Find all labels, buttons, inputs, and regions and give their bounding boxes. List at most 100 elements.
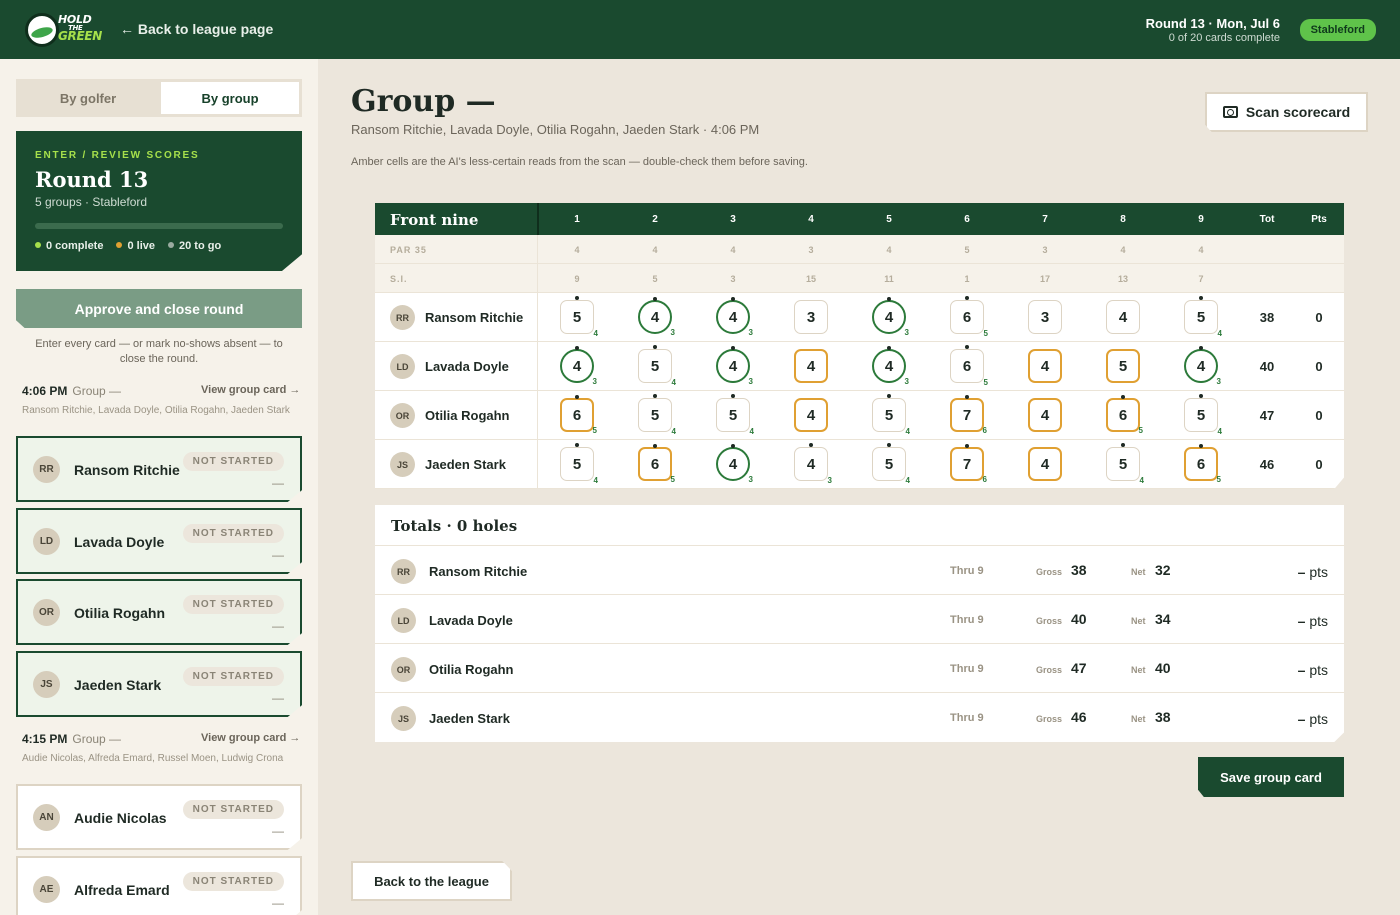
golfer-card[interactable]: AN Audie Nicolas NOT STARTED — <box>16 784 302 850</box>
par-value: 4 <box>1198 245 1204 255</box>
view-toggle: By golfer By group <box>16 79 302 117</box>
handicap-stroke-dot-icon <box>575 395 579 399</box>
score-cell[interactable]: 4 <box>1028 447 1062 481</box>
golfer-name: Lavada Doyle <box>74 534 165 550</box>
net-score: 4 <box>671 427 676 436</box>
score-cell[interactable]: 3 <box>1028 300 1062 334</box>
score-cell[interactable]: 4 <box>794 398 828 432</box>
score-cell[interactable]: 54 <box>638 345 676 387</box>
golfer-card[interactable]: RR Ransom Ritchie NOT STARTED — <box>16 436 302 502</box>
save-group-card-button[interactable]: Save group card <box>1198 757 1344 797</box>
status-badge: NOT STARTED <box>182 800 284 819</box>
score-cell[interactable]: 54 <box>1106 443 1144 485</box>
golfer-score: — <box>272 896 284 910</box>
score-cell[interactable]: 54 <box>1184 296 1222 338</box>
gross-label: Gross <box>1036 616 1063 626</box>
net-score: 5 <box>670 475 675 484</box>
score-cell[interactable]: 4 <box>1028 398 1062 432</box>
score-cell[interactable]: 54 <box>560 296 598 338</box>
scan-scorecard-label: Scan scorecard <box>1245 104 1351 120</box>
golfer-card[interactable]: AE Alfreda Emard NOT STARTED — <box>16 856 302 915</box>
score-cell[interactable]: 4 <box>794 349 828 383</box>
tab-by-golfer[interactable]: By golfer <box>19 82 157 114</box>
scorecard-table: Front nine 1 2 3 4 5 6 7 8 9 Tot Pts PAR 35 444345… <box>375 203 1344 489</box>
score-cell[interactable]: 65 <box>1184 444 1221 484</box>
score-cell[interactable]: 76 <box>950 444 987 484</box>
score-cell[interactable]: 43 <box>716 346 753 386</box>
score-cell[interactable]: 54 <box>1184 394 1222 436</box>
score-cell[interactable]: 4 <box>1106 300 1140 334</box>
score-cell[interactable]: 5 <box>1106 349 1140 383</box>
score-cell[interactable]: 54 <box>716 394 754 436</box>
tab-by-group[interactable]: By group <box>161 82 299 114</box>
score-cell[interactable]: 54 <box>872 443 910 485</box>
score-cell[interactable]: 43 <box>794 443 832 485</box>
score-value: 6 <box>572 406 582 424</box>
scorecard-header: Front nine 1 2 3 4 5 6 7 8 9 Tot Pts <box>375 203 1344 235</box>
approve-and-close-round-button[interactable]: Approve and close round <box>16 289 302 328</box>
status-badge: NOT STARTED <box>182 595 284 614</box>
par-value: 4 <box>652 245 658 255</box>
score-value: 5 <box>650 406 660 424</box>
score-cell[interactable]: 3 <box>794 300 828 334</box>
format-badge: Stableford <box>1299 19 1376 41</box>
score-cell[interactable]: 65 <box>560 395 597 435</box>
score-value: 4 <box>1040 357 1050 375</box>
avatar: RR <box>33 456 60 483</box>
score-cell[interactable]: 43 <box>716 444 753 484</box>
hole-number: 5 <box>886 214 892 225</box>
score-cell[interactable]: 54 <box>638 394 676 436</box>
back-to-league-page-link[interactable]: ← Back to league page <box>120 21 273 37</box>
player-name: Ransom Ritchie <box>425 310 524 325</box>
score-cell[interactable]: 43 <box>716 297 753 337</box>
score-cell[interactable]: 4 <box>1028 349 1062 383</box>
golfer-name: Jaeden Stark <box>74 677 162 693</box>
golfer-score: — <box>272 476 284 490</box>
scan-scorecard-button[interactable]: Scan scorecard <box>1205 92 1368 132</box>
score-cell[interactable]: 65 <box>950 296 988 338</box>
holes-thru: Thru 9 <box>950 663 984 675</box>
golfer-card[interactable]: JS Jaeden Stark NOT STARTED — <box>16 651 302 717</box>
hold-the-green-logo[interactable]: HOLD THE GREEN <box>25 12 102 48</box>
cards-complete-count: 0 of 20 cards complete <box>1168 32 1280 44</box>
back-to-the-league-button[interactable]: Back to the league <box>351 861 512 901</box>
round-title: Round 13 · Mon, Jul 6 <box>1145 16 1280 31</box>
status-dot-icon <box>35 242 41 248</box>
view-group-card-link[interactable]: View group card → <box>201 732 318 744</box>
net-score: 3 <box>904 328 909 337</box>
golfer-card[interactable]: LD Lavada Doyle NOT STARTED — <box>16 508 302 574</box>
score-value: 4 <box>1196 357 1206 375</box>
score-cell[interactable]: 65 <box>638 444 675 484</box>
score-cell[interactable]: 54 <box>560 443 598 485</box>
score-cell[interactable]: 43 <box>560 346 597 386</box>
gross-label: Gross <box>1036 714 1063 724</box>
avatar: OR <box>391 657 416 682</box>
score-cell[interactable]: 43 <box>1184 346 1221 386</box>
totals-row: OR Otilia Rogahn Thru 9 Gross 47 Net 40 – pts <box>375 643 1344 692</box>
net-value: 32 <box>1155 562 1171 578</box>
page-title: Group — <box>351 84 496 119</box>
score-cell[interactable]: 43 <box>872 297 909 337</box>
score-value: 7 <box>962 455 972 473</box>
net-score: 4 <box>1217 329 1222 338</box>
handicap-stroke-dot-icon <box>653 394 657 398</box>
avatar: LD <box>390 354 415 379</box>
net-score: 4 <box>1217 427 1222 436</box>
net-value: 34 <box>1155 611 1171 627</box>
score-cell[interactable]: 54 <box>872 394 910 436</box>
avatar: OR <box>390 403 415 428</box>
score-cell[interactable]: 43 <box>638 297 675 337</box>
holes-thru: Thru 9 <box>950 565 984 577</box>
score-cell[interactable]: 65 <box>1106 395 1143 435</box>
score-cell[interactable]: 65 <box>950 345 988 387</box>
stroke-index-value: 9 <box>574 274 580 284</box>
net-score: 3 <box>748 328 753 337</box>
hole-number: 3 <box>730 214 736 225</box>
view-group-card-link[interactable]: View group card → <box>201 384 318 396</box>
stroke-index-row: S.I. 9 5 3 15 11 1 17 13 7 <box>375 264 1344 293</box>
score-cell[interactable]: 43 <box>872 346 909 386</box>
score-cell[interactable]: 76 <box>950 395 987 435</box>
amber-cells-note: Amber cells are the AI's less-certain re… <box>351 156 808 168</box>
golfer-card[interactable]: OR Otilia Rogahn NOT STARTED — <box>16 579 302 645</box>
avatar: RR <box>390 305 415 330</box>
